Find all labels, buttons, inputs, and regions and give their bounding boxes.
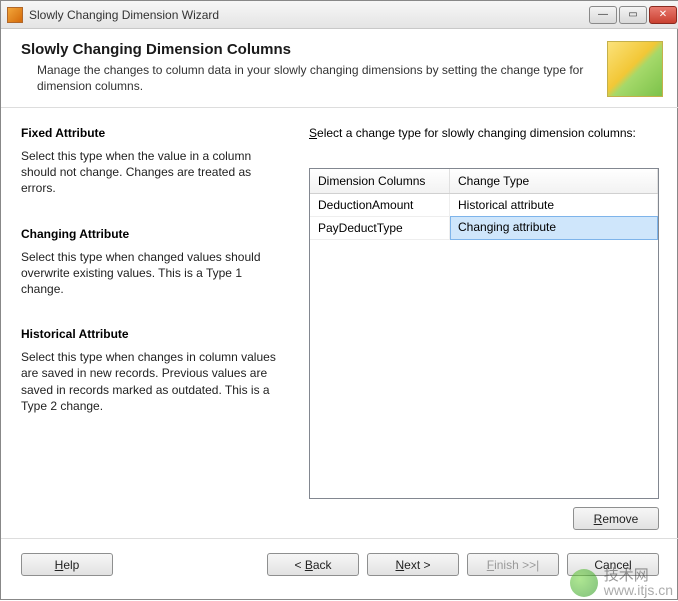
cancel-button[interactable]: Cancel: [567, 553, 659, 576]
grid-header-changetype: Change Type: [450, 169, 658, 193]
grid-cell-type[interactable]: Changing attribute: [450, 216, 658, 240]
titlebar: Slowly Changing Dimension Wizard — ▭ ✕: [1, 1, 678, 29]
close-button[interactable]: ✕: [649, 6, 677, 24]
grid-cell-type[interactable]: Historical attribute: [450, 194, 658, 216]
window-title: Slowly Changing Dimension Wizard: [29, 8, 589, 22]
changing-attribute-block: Changing Attribute Select this type when…: [21, 227, 281, 298]
wizard-footer: Help < Back Next > Finish >>| Cancel: [1, 538, 678, 590]
finish-button: Finish >>|: [467, 553, 559, 576]
fixed-attribute-block: Fixed Attribute Select this type when th…: [21, 126, 281, 197]
wizard-icon: [607, 41, 663, 97]
page-title: Slowly Changing Dimension Columns: [21, 41, 597, 58]
change-type-panel: Select a change type for slowly changing…: [309, 126, 659, 530]
grid-row[interactable]: DeductionAmount Historical attribute: [310, 194, 658, 217]
help-button[interactable]: Help: [21, 553, 113, 576]
page-subtitle: Manage the changes to column data in you…: [37, 62, 597, 94]
change-type-label: Select a change type for slowly changing…: [309, 126, 659, 140]
changing-attribute-desc: Select this type when changed values sho…: [21, 249, 281, 298]
back-button[interactable]: < Back: [267, 553, 359, 576]
historical-attribute-title: Historical Attribute: [21, 327, 281, 341]
fixed-attribute-desc: Select this type when the value in a col…: [21, 148, 281, 197]
grid-header-dimension: Dimension Columns: [310, 169, 450, 193]
app-icon: [7, 7, 23, 23]
changing-attribute-title: Changing Attribute: [21, 227, 281, 241]
grid-cell-column[interactable]: DeductionAmount: [310, 194, 450, 216]
grid-header: Dimension Columns Change Type: [310, 169, 658, 194]
next-button[interactable]: Next >: [367, 553, 459, 576]
attribute-descriptions: Fixed Attribute Select this type when th…: [21, 126, 281, 530]
maximize-button[interactable]: ▭: [619, 6, 647, 24]
historical-attribute-desc: Select this type when changes in column …: [21, 349, 281, 414]
remove-button[interactable]: Remove: [573, 507, 659, 530]
window-buttons: — ▭ ✕: [589, 6, 677, 24]
wizard-header: Slowly Changing Dimension Columns Manage…: [1, 29, 678, 108]
grid-empty-area: [310, 240, 658, 498]
dimension-columns-grid[interactable]: Dimension Columns Change Type DeductionA…: [309, 168, 659, 499]
historical-attribute-block: Historical Attribute Select this type wh…: [21, 327, 281, 414]
fixed-attribute-title: Fixed Attribute: [21, 126, 281, 140]
wizard-body: Fixed Attribute Select this type when th…: [1, 108, 678, 538]
grid-cell-column[interactable]: PayDeductType: [310, 217, 450, 239]
grid-row[interactable]: PayDeductType Changing attribute: [310, 217, 658, 240]
minimize-button[interactable]: —: [589, 6, 617, 24]
